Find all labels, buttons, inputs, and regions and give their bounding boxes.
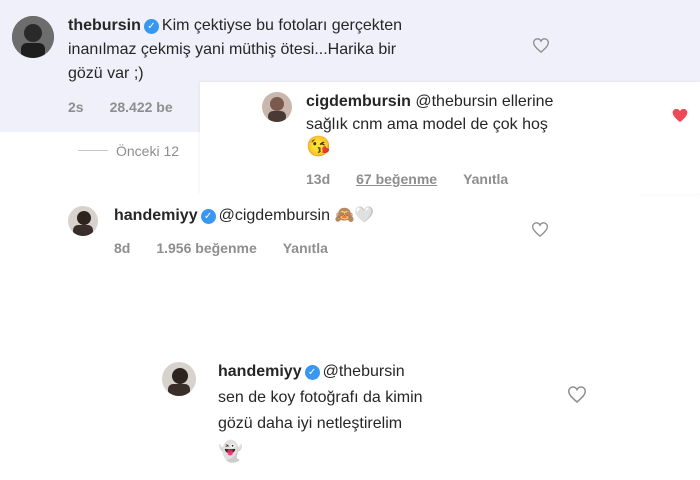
avatar[interactable] xyxy=(162,362,196,396)
comment-text: inanılmaz çekmiş yani müthiş ötesi...Har… xyxy=(68,41,397,58)
liked-heart-icon[interactable] xyxy=(672,108,688,123)
verified-badge-icon: ✓ xyxy=(143,19,159,34)
avatar-photo-icon xyxy=(12,16,54,58)
avatar-photo-icon xyxy=(262,92,292,122)
comment-handemiyy-reply-2: handemiyy ✓ @thebursin sen de koy fotoğraf… xyxy=(150,350,700,480)
comment-line: thebursin ✓ Kim çektiyse bu fotoları gerçe… xyxy=(68,16,402,36)
kiss-emoji-icon: 😘 xyxy=(306,136,331,158)
comment-time: 13d xyxy=(306,171,331,187)
mention-link[interactable]: @thebursin xyxy=(415,93,497,110)
username[interactable]: thebursin xyxy=(68,17,141,34)
username[interactable]: handemiyy xyxy=(218,363,302,380)
avatar-photo-icon xyxy=(162,362,196,396)
reply-button[interactable]: Yanıtla xyxy=(283,240,328,256)
like-heart-icon[interactable] xyxy=(568,386,586,403)
like-heart-icon[interactable] xyxy=(533,38,549,53)
avatar[interactable] xyxy=(262,92,292,122)
view-previous-replies[interactable]: Önceki 12 xyxy=(116,143,179,159)
ghost-emoji-icon: 👻 xyxy=(218,441,243,463)
like-heart-icon[interactable] xyxy=(532,222,548,237)
likes-count[interactable]: 1.956 beğenme xyxy=(156,240,256,256)
comment-line: handemiyy ✓ @thebursin xyxy=(218,362,405,382)
mention-link[interactable]: @thebursin xyxy=(323,363,405,380)
comment-time: 2s xyxy=(68,99,84,115)
comment-handemiyy-reply: handemiyy ✓ @cigdembursin 🙈🤍 8d 1.956 beğen… xyxy=(0,194,640,280)
comment-time: 8d xyxy=(114,240,131,256)
comment-line: handemiyy ✓ @cigdembursin 🙈🤍 xyxy=(114,206,374,226)
comment-cigdembursin: cigdembursin @thebursin ellerine sağlık … xyxy=(200,82,700,194)
comment-text: gözü daha iyi netleştirelim xyxy=(218,415,403,432)
verified-badge-icon: ✓ xyxy=(200,209,216,224)
comment-meta: 8d 1.956 beğenme Yanıtla xyxy=(114,240,354,256)
monkey-heart-emoji-icon: 🙈🤍 xyxy=(334,207,375,224)
comment-text: Kim çektiyse bu fotoları gerçekten xyxy=(161,17,402,34)
comment-text: sağlık cnm ama model de çok hoş xyxy=(306,116,548,133)
replies-divider xyxy=(78,150,108,151)
comment-meta: 2s 28.422 be xyxy=(68,99,199,115)
avatar-photo-icon xyxy=(68,206,98,236)
avatar[interactable] xyxy=(68,206,98,236)
verified-badge-icon: ✓ xyxy=(304,365,320,380)
mention-link[interactable]: @cigdembursin xyxy=(219,207,330,224)
avatar[interactable] xyxy=(12,16,54,58)
reply-button[interactable]: Yanıtla xyxy=(463,171,508,187)
comment-text: gözü var ;) xyxy=(68,65,144,82)
comment-text: sen de koy fotoğrafı da kimin xyxy=(218,389,423,406)
comment-line: cigdembursin @thebursin ellerine xyxy=(306,92,553,112)
comment-meta: 13d 67 beğenme Yanıtla xyxy=(306,171,534,187)
username[interactable]: handemiyy xyxy=(114,207,198,224)
likes-count[interactable]: 67 beğenme xyxy=(356,171,437,187)
comment-text: ellerine xyxy=(497,93,554,110)
likes-count[interactable]: 28.422 be xyxy=(110,99,173,115)
username[interactable]: cigdembursin xyxy=(306,93,411,110)
